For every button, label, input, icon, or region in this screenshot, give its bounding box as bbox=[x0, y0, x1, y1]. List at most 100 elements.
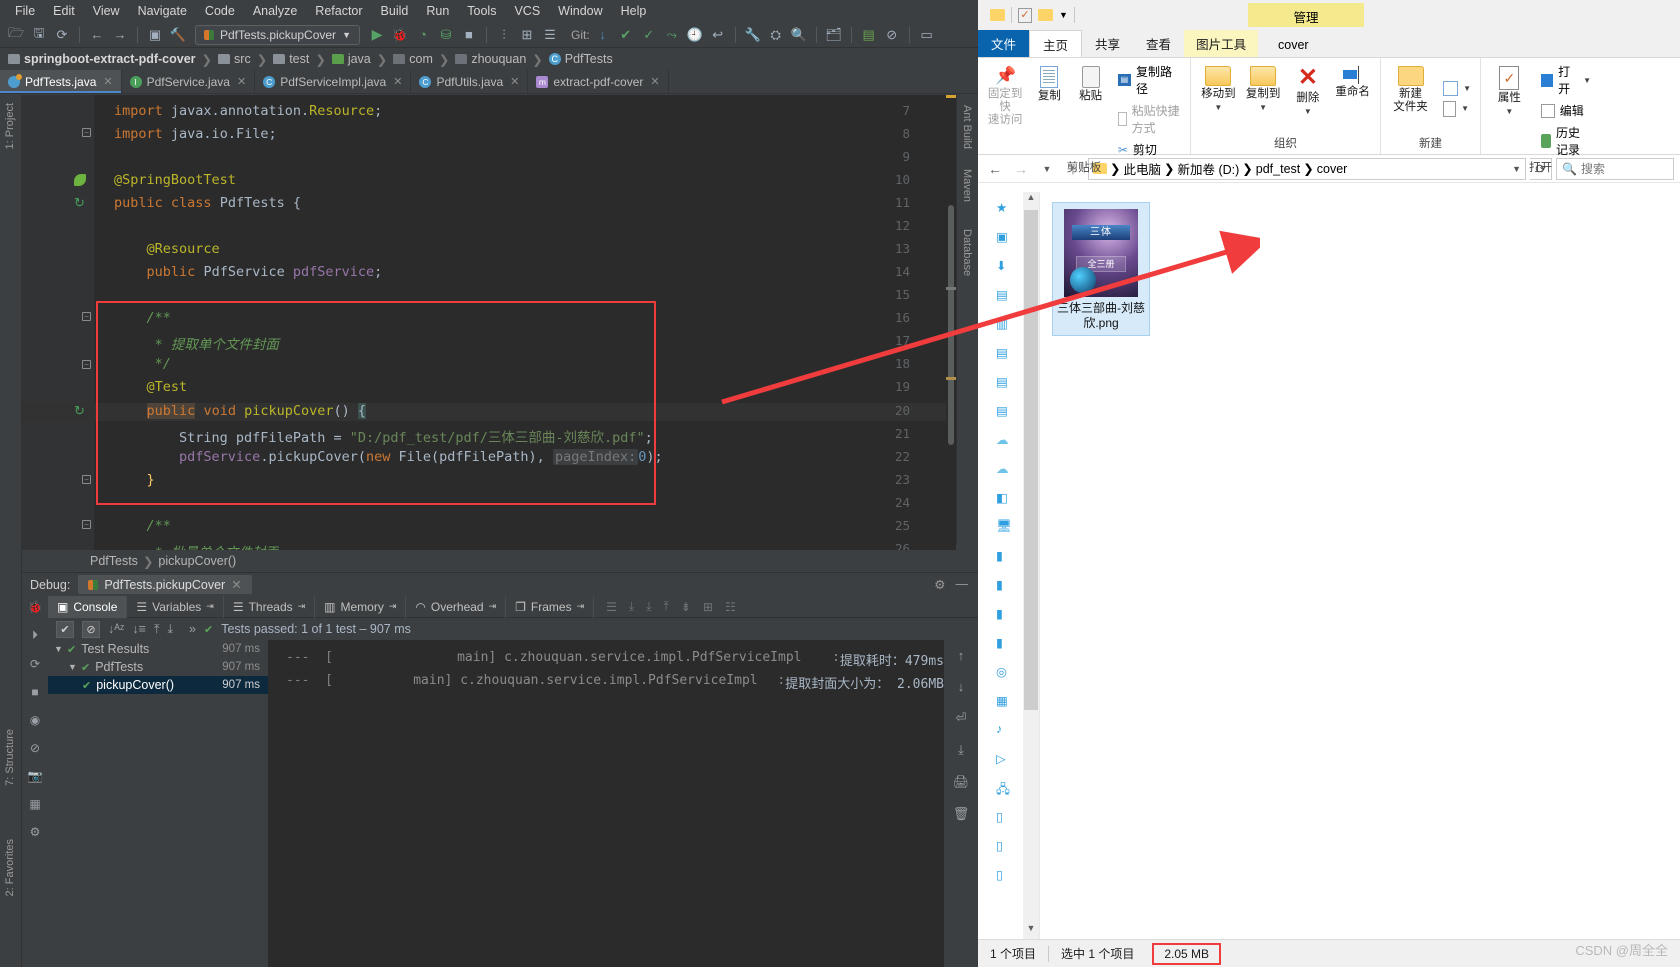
explorer-icon[interactable] bbox=[990, 9, 1005, 21]
fold-icon[interactable]: − bbox=[82, 475, 91, 484]
properties-button[interactable]: ✓ 属性 ▼ bbox=[1487, 62, 1532, 159]
gear-icon[interactable]: ⚙ bbox=[934, 577, 945, 592]
tab-picture-tools[interactable]: 图片工具 bbox=[1184, 30, 1259, 57]
tool-window-structure[interactable]: 7: Structure bbox=[4, 725, 16, 790]
new-item-button[interactable]: ▼ bbox=[1440, 80, 1474, 97]
drive-e-icon[interactable]: ▮ bbox=[996, 606, 1012, 622]
file-list-pane[interactable]: 三体 全三册 三体三部曲-刘慈欣.png bbox=[1040, 192, 1680, 939]
tool-window-favorites[interactable]: 2: Favorites bbox=[4, 835, 16, 900]
close-icon[interactable]: ✕ bbox=[650, 75, 659, 88]
editor-marker-warning[interactable] bbox=[946, 95, 956, 98]
scroll-up-icon[interactable]: ↑ bbox=[958, 648, 965, 663]
breadcrumb-item-zhouquan[interactable]: zhouquan bbox=[455, 52, 526, 66]
quick-access-star-icon[interactable]: ★ bbox=[996, 200, 1012, 216]
chevron-down-icon[interactable]: ▼ bbox=[1259, 103, 1267, 112]
run-coverage-icon[interactable]: ◔ bbox=[413, 25, 433, 45]
code-text-area[interactable]: import javax.annotation.Resource; import… bbox=[94, 95, 956, 550]
chevron-down-icon[interactable]: ▼ bbox=[1059, 10, 1068, 20]
compile-icon[interactable]: ▣ bbox=[145, 25, 165, 45]
tool-window-project[interactable]: 1: Project bbox=[4, 99, 16, 153]
desktop-icon[interactable]: ▣ bbox=[996, 229, 1012, 245]
menu-build[interactable]: Build bbox=[372, 2, 418, 20]
tree-row-pickupcover[interactable]: ✔ pickupCover() 907 ms bbox=[48, 676, 268, 694]
sort-alphabetically-icon[interactable]: ↓ᴬᶻ bbox=[108, 622, 124, 636]
run-icon[interactable]: ▶ bbox=[367, 25, 387, 45]
chevron-down-icon[interactable]: ▼ bbox=[1463, 84, 1471, 93]
history-button[interactable]: 历史记录 bbox=[1538, 123, 1594, 159]
tab-extract-pdf-cover[interactable]: m extract-pdf-cover ✕ bbox=[528, 70, 669, 93]
chevron-down-icon[interactable]: ▼ bbox=[1214, 103, 1222, 112]
cut-button[interactable]: ✂ 剪切 bbox=[1115, 140, 1184, 159]
test-results-tree[interactable]: ▼ ✔ Test Results 907 ms ▼ ✔ PdfTests 907… bbox=[48, 640, 268, 967]
tab-memory[interactable]: ▥ Memory ⇥ bbox=[315, 595, 407, 618]
breadcrumb-item-java[interactable]: java bbox=[331, 52, 371, 66]
clear-all-icon[interactable]: 🗑 bbox=[953, 806, 970, 822]
git-revert-icon[interactable]: ↩ bbox=[708, 25, 728, 45]
breadcrumb-item-src[interactable]: src bbox=[218, 52, 251, 66]
tab-console[interactable]: ▣ Console bbox=[48, 595, 128, 618]
scroll-to-end-icon[interactable]: ⤓ bbox=[958, 742, 964, 758]
pictures-icon[interactable]: ▥ bbox=[996, 316, 1012, 332]
chevron-down-icon[interactable]: ▼ bbox=[1505, 107, 1513, 116]
address-crumb-pdf-test[interactable]: pdf_test bbox=[1256, 162, 1300, 176]
more-options-icon[interactable]: » bbox=[189, 622, 196, 636]
table-icon[interactable]: ▦ bbox=[29, 797, 40, 811]
onedrive-2-icon[interactable]: ☁ bbox=[996, 461, 1012, 477]
tool-window-ant-build[interactable]: Ant Build bbox=[961, 101, 973, 153]
address-crumb-cover[interactable]: cover bbox=[1317, 162, 1348, 176]
menu-navigate[interactable]: Navigate bbox=[129, 2, 196, 20]
stop-square-icon[interactable]: ■ bbox=[31, 685, 38, 699]
drive-d-icon[interactable]: ▮ bbox=[996, 577, 1012, 593]
print-icon[interactable]: 🖨 bbox=[953, 774, 970, 790]
copy-button[interactable]: 复制 bbox=[1028, 62, 1070, 159]
tab-frames[interactable]: ❐ Frames ⇥ bbox=[506, 595, 595, 618]
fold-icon[interactable]: − bbox=[82, 360, 91, 369]
close-icon[interactable]: ✕ bbox=[103, 75, 112, 88]
collapse-all-icon[interactable]: ⤓ bbox=[167, 622, 173, 637]
minimize-icon[interactable]: — bbox=[956, 577, 969, 592]
file-item[interactable]: 三体 全三册 三体三部曲-刘慈欣.png bbox=[1052, 202, 1150, 336]
network-icon[interactable]: 🖧 bbox=[996, 780, 1012, 796]
scroll-up-arrow-icon[interactable]: ▲ bbox=[1023, 192, 1039, 208]
network-drive-icon[interactable]: ▮ bbox=[996, 635, 1012, 651]
library-icon[interactable]: ▦ bbox=[996, 693, 1012, 709]
more-icon[interactable]: ▭ bbox=[917, 25, 937, 45]
mobile-3-icon[interactable]: ▯ bbox=[996, 867, 1012, 883]
editor-scrollbar[interactable] bbox=[946, 95, 956, 550]
chevron-right-icon[interactable]: ❯ bbox=[1242, 161, 1252, 176]
detach-icon[interactable]: ⇥ bbox=[577, 601, 585, 612]
back-arrow-icon[interactable]: ← bbox=[87, 25, 107, 45]
run-class-icon[interactable]: ↻ bbox=[74, 195, 87, 210]
hammer-icon[interactable]: 🔨 bbox=[168, 25, 188, 45]
search-icon[interactable]: 🔍 bbox=[789, 25, 809, 45]
chevron-down-icon[interactable]: ▼ bbox=[54, 644, 63, 654]
git-push-icon[interactable]: ✓ bbox=[639, 25, 659, 45]
music-icon[interactable]: ♪ bbox=[996, 722, 1012, 738]
menu-refactor[interactable]: Refactor bbox=[306, 2, 371, 20]
documents-icon[interactable]: ▤ bbox=[996, 287, 1012, 303]
close-icon[interactable]: ✕ bbox=[237, 75, 246, 88]
resume-icon[interactable]: ⏵ bbox=[32, 628, 38, 643]
properties-check-icon[interactable]: ✓ bbox=[1018, 7, 1032, 23]
scroll-down-arrow-icon[interactable]: ▼ bbox=[1023, 923, 1039, 939]
code-editor[interactable]: 7 8 9 10 11 12 13 14 15 16 17 18 19 20 2… bbox=[22, 95, 956, 550]
fold-icon[interactable]: − bbox=[82, 128, 91, 137]
menu-view[interactable]: View bbox=[84, 2, 129, 20]
scrollbar-thumb[interactable] bbox=[1024, 210, 1038, 710]
breadcrumb-item-pdftests[interactable]: C PdfTests bbox=[548, 52, 613, 66]
tab-share[interactable]: 共享 bbox=[1082, 30, 1133, 57]
chevron-right-icon[interactable]: ❯ bbox=[1303, 161, 1313, 176]
chevron-down-icon[interactable]: ▼ bbox=[1461, 104, 1469, 113]
layout-icon[interactable]: ⊞ bbox=[517, 25, 537, 45]
database-sync-icon[interactable]: ▤ bbox=[859, 25, 879, 45]
tab-overhead[interactable]: ◠ Overhead ⇥ bbox=[406, 595, 507, 618]
scroll-down-icon[interactable]: ↓ bbox=[958, 679, 965, 694]
new-folder-button[interactable]: 新建 文件夹 bbox=[1387, 62, 1434, 135]
git-update-icon[interactable]: ↓ bbox=[593, 25, 613, 45]
copy-path-button[interactable]: ▤ 复制路径 bbox=[1115, 62, 1184, 98]
tab-pdftests-java[interactable]: PdfTests.java ✕ bbox=[0, 70, 122, 93]
folder-2-icon[interactable]: ▤ bbox=[996, 374, 1012, 390]
navigation-pane[interactable]: ★ ▣ ⬇ ▤ ▥ ▤ ▤ ▤ ☁ ☁ ◧ 🖥 ▮ ▮ ▮ ▮ ◎ ▦ ♪ ▷ … bbox=[978, 192, 1040, 939]
videos-icon[interactable]: ▷ bbox=[996, 751, 1012, 767]
sync-icon[interactable]: ⟳ bbox=[52, 25, 72, 45]
